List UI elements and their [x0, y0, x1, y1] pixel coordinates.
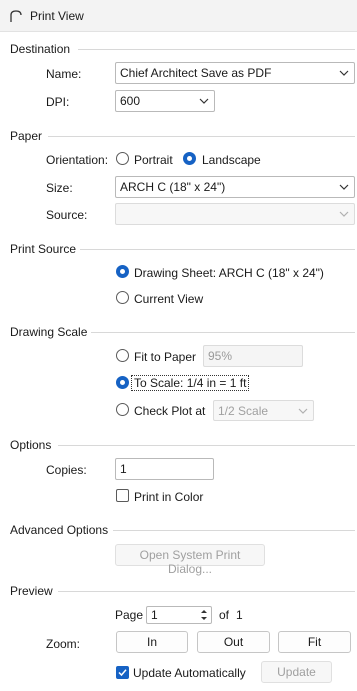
- to-scale-radio[interactable]: [116, 376, 129, 389]
- page-number-stepper[interactable]: 1: [146, 606, 212, 624]
- chevron-down-icon: [199, 98, 209, 104]
- landscape-radio[interactable]: [183, 152, 196, 165]
- print-source-separator: [80, 249, 355, 250]
- checkmark-icon: [118, 669, 127, 677]
- current-view-radio[interactable]: [116, 291, 129, 304]
- drawing-scale-separator: [91, 332, 355, 333]
- update-button[interactable]: Update: [261, 661, 332, 683]
- check-plot-scale-value: 1/2 Scale: [218, 404, 269, 418]
- zoom-out-button[interactable]: Out: [197, 631, 270, 653]
- check-plot-label[interactable]: Check Plot at: [134, 404, 205, 418]
- advanced-options-separator: [113, 530, 355, 531]
- paper-group-label: Paper: [10, 129, 43, 143]
- page-label: Page: [115, 608, 144, 622]
- preview-separator: [58, 591, 355, 592]
- portrait-label[interactable]: Portrait: [134, 153, 173, 167]
- preview-group-label: Preview: [10, 584, 53, 598]
- copies-value: 1: [120, 462, 127, 476]
- chevron-down-icon: [339, 211, 349, 217]
- dpi-label: DPI:: [46, 95, 70, 109]
- name-label: Name:: [46, 67, 82, 81]
- zoom-fit-button[interactable]: Fit: [278, 631, 351, 653]
- zoom-label: Zoom:: [46, 637, 81, 651]
- printer-name-value: Chief Architect Save as PDF: [120, 66, 272, 80]
- landscape-label[interactable]: Landscape: [202, 153, 261, 167]
- update-automatically-label[interactable]: Update Automatically: [133, 666, 246, 680]
- copies-field[interactable]: 1: [115, 458, 214, 480]
- dpi-value: 600: [120, 94, 141, 108]
- fit-to-paper-label[interactable]: Fit to Paper: [134, 350, 196, 364]
- zoom-in-button[interactable]: In: [116, 631, 188, 653]
- dpi-select[interactable]: 600: [115, 90, 215, 112]
- drawing-sheet-radio[interactable]: [116, 265, 129, 278]
- title-bar: Print View: [0, 0, 357, 32]
- printer-name-select[interactable]: Chief Architect Save as PDF: [115, 62, 355, 84]
- paper-size-value: ARCH C (18" x 24"): [120, 180, 226, 194]
- destination-separator: [78, 49, 355, 50]
- print-in-color-label[interactable]: Print in Color: [134, 490, 203, 504]
- destination-group-label: Destination: [10, 42, 71, 56]
- chevron-down-icon: [339, 184, 349, 190]
- drawing-scale-group-label: Drawing Scale: [10, 325, 88, 339]
- of-label: of: [219, 608, 230, 622]
- page-number-value: 1: [151, 608, 158, 622]
- chevron-down-icon: [298, 408, 308, 414]
- stepper-arrows-icon[interactable]: [199, 608, 209, 622]
- orientation-label: Orientation:: [46, 153, 109, 167]
- fit-to-paper-radio[interactable]: [116, 349, 129, 362]
- size-label: Size:: [46, 181, 73, 195]
- options-separator: [58, 445, 355, 446]
- app-icon: [10, 10, 22, 22]
- current-view-label[interactable]: Current View: [134, 292, 203, 306]
- print-in-color-checkbox[interactable]: [116, 489, 129, 502]
- chevron-down-icon: [339, 70, 349, 76]
- advanced-options-group-label: Advanced Options: [10, 523, 109, 537]
- page-total: 1: [236, 608, 243, 622]
- check-plot-scale-select[interactable]: 1/2 Scale: [213, 400, 314, 421]
- fit-to-paper-percent-value: 95%: [208, 349, 233, 363]
- drawing-sheet-label[interactable]: Drawing Sheet: ARCH C (18" x 24"): [134, 266, 324, 280]
- fit-to-paper-percent-field[interactable]: 95%: [203, 345, 303, 367]
- check-plot-radio[interactable]: [116, 403, 129, 416]
- print-source-group-label: Print Source: [10, 242, 77, 256]
- portrait-radio[interactable]: [116, 152, 129, 165]
- update-automatically-checkbox[interactable]: [116, 666, 129, 679]
- paper-size-select[interactable]: ARCH C (18" x 24"): [115, 176, 355, 198]
- paper-source-select[interactable]: [115, 203, 355, 225]
- source-label: Source:: [46, 208, 88, 222]
- paper-separator: [48, 136, 355, 137]
- options-group-label: Options: [10, 438, 52, 452]
- copies-label: Copies:: [46, 463, 87, 477]
- window-title: Print View: [30, 9, 84, 23]
- open-system-print-dialog-button[interactable]: Open System Print Dialog...: [115, 544, 265, 576]
- to-scale-label[interactable]: To Scale: 1/4 in = 1 ft: [131, 375, 250, 391]
